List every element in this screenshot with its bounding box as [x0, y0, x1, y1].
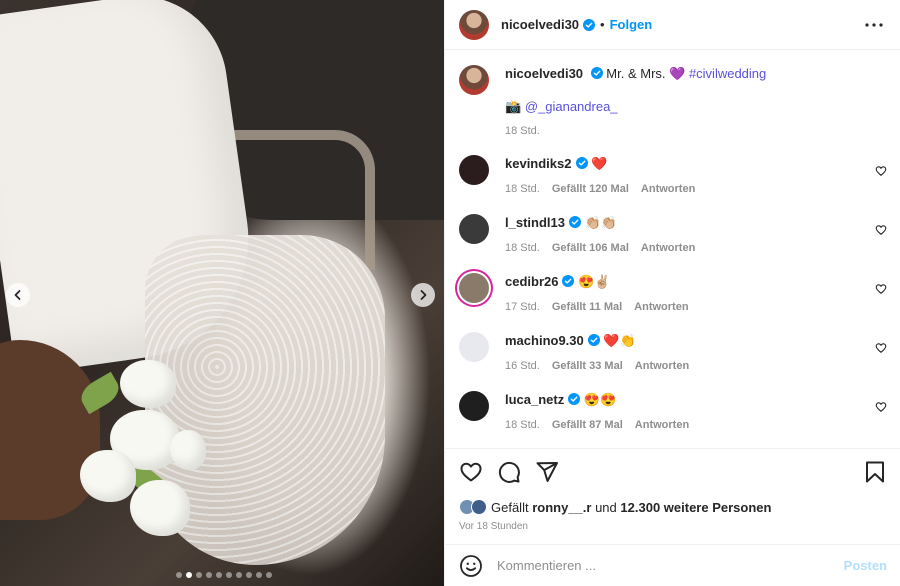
follow-button[interactable]: Folgen	[610, 17, 653, 32]
comment-username[interactable]: luca_netz	[505, 392, 564, 407]
carousel-dot	[226, 572, 232, 578]
heart-icon[interactable]	[875, 283, 887, 295]
likes-summary: Gefällt ronny__.r und 12.300 weitere Per…	[459, 499, 887, 515]
carousel-dot	[206, 572, 212, 578]
carousel-dot	[216, 572, 222, 578]
header-separator: •	[600, 17, 605, 32]
carousel-indicator	[176, 572, 272, 578]
carousel-dot	[256, 572, 262, 578]
author-username[interactable]: nicoelvedi30	[501, 17, 579, 32]
verified-badge-icon	[583, 18, 596, 31]
comment-row: cedibr26 😍✌🏼 17 Std. Gefällt 11 Mal Antwort…	[459, 273, 887, 313]
comment-text: 😍😍	[583, 392, 617, 407]
comment-icon[interactable]	[497, 460, 521, 484]
camera-emoji: 📸	[505, 99, 522, 114]
comment-row: machino9.30 ❤️👏 16 Std. Gefällt 33 Mal Antw…	[459, 332, 887, 372]
comment-username[interactable]: kevindiks2	[505, 156, 572, 171]
post-timestamp[interactable]: Vor 18 Stunden	[459, 521, 887, 532]
comment-likes[interactable]: Gefällt 106 Mal	[552, 242, 629, 254]
carousel-dot	[236, 572, 242, 578]
caption-author-avatar[interactable]	[459, 65, 489, 95]
comment-input[interactable]	[497, 558, 844, 573]
carousel-dot	[246, 572, 252, 578]
post-side-panel: nicoelvedi30 • Folgen nicoelvedi30 Mr. &…	[444, 0, 900, 586]
instagram-post-view: nicoelvedi30 • Folgen nicoelvedi30 Mr. &…	[0, 0, 900, 586]
caption-username[interactable]: nicoelvedi30	[505, 66, 583, 81]
reply-button[interactable]: Antworten	[635, 419, 689, 431]
verified-badge-icon	[562, 275, 575, 287]
caption-hashtag-link[interactable]: #civilwedding	[689, 66, 766, 81]
comments-list[interactable]: nicoelvedi30 Mr. & Mrs. 💜 #civilwedding …	[445, 51, 900, 447]
comment-composer: Posten	[445, 544, 900, 586]
comment-row: kevindiks2 ❤️ 18 Std. Gefällt 120 Mal Antwo…	[459, 155, 887, 195]
verified-badge-icon	[568, 393, 581, 405]
comment-username[interactable]: machino9.30	[505, 333, 584, 348]
emoji-icon[interactable]	[459, 554, 483, 578]
comment-text: ❤️👏	[603, 333, 636, 348]
heart-icon[interactable]	[875, 165, 887, 177]
more-icon	[865, 22, 883, 27]
comment-username[interactable]: l_stindl13	[505, 215, 565, 230]
liker-username-link[interactable]: ronny__.r	[532, 500, 591, 515]
carousel-dot	[186, 572, 192, 578]
reply-button[interactable]: Antworten	[635, 360, 689, 372]
comment-avatar[interactable]	[459, 273, 489, 303]
comment-username[interactable]: cedibr26	[505, 274, 558, 289]
comment-time[interactable]: 18 Std.	[505, 242, 540, 254]
comment-avatar[interactable]	[459, 214, 489, 244]
comment-likes[interactable]: Gefällt 33 Mal	[552, 360, 623, 372]
photo-bouquet	[70, 360, 210, 550]
author-avatar[interactable]	[459, 9, 489, 40]
carousel-dot	[176, 572, 182, 578]
comment-likes[interactable]: Gefällt 87 Mal	[552, 419, 623, 431]
comment-time[interactable]: 18 Std.	[505, 183, 540, 195]
reply-button[interactable]: Antworten	[634, 301, 688, 313]
comment-avatar[interactable]	[459, 155, 489, 185]
comment-text: 👏🏼👏🏼	[584, 215, 617, 230]
comment-time[interactable]: 16 Std.	[505, 360, 540, 372]
comment-likes[interactable]: Gefällt 11 Mal	[552, 301, 622, 313]
reply-button[interactable]: Antworten	[641, 242, 695, 254]
caption-text: Mr. & Mrs. 💜	[606, 66, 686, 81]
action-bar: Gefällt ronny__.r und 12.300 weitere Per…	[445, 448, 900, 532]
comment-time[interactable]: 18 Std.	[505, 419, 540, 431]
others-likes-link[interactable]: 12.300 weitere Personen	[620, 500, 771, 515]
post-header: nicoelvedi30 • Folgen	[445, 0, 900, 50]
chevron-left-icon	[14, 290, 21, 300]
comment-row: luca_netz 😍😍 18 Std. Gefällt 87 Mal Antwort…	[459, 391, 887, 431]
comment-text: ❤️	[591, 156, 608, 171]
verified-badge-icon	[575, 157, 588, 169]
bookmark-icon[interactable]	[863, 460, 887, 484]
reply-button[interactable]: Antworten	[641, 183, 695, 195]
carousel-next-button[interactable]	[411, 283, 435, 307]
comment-avatar[interactable]	[459, 332, 489, 362]
comment-text: 😍✌🏼	[578, 274, 611, 289]
comment-time[interactable]: 17 Std.	[505, 301, 540, 313]
more-options-button[interactable]	[862, 13, 886, 37]
heart-icon[interactable]	[459, 460, 483, 484]
heart-icon[interactable]	[875, 224, 887, 236]
post-comment-button[interactable]: Posten	[844, 558, 887, 573]
comment-row: l_stindl13 👏🏼👏🏼 18 Std. Gefällt 106 Mal Ant…	[459, 214, 887, 254]
chevron-right-icon	[420, 290, 427, 300]
likes-and: und	[595, 499, 617, 515]
comment-likes[interactable]: Gefällt 120 Mal	[552, 183, 629, 195]
likes-prefix: Gefällt	[491, 499, 529, 515]
verified-badge-icon	[587, 334, 600, 346]
liker-avatar	[471, 499, 487, 515]
share-icon[interactable]	[535, 460, 559, 484]
caption-time: 18 Std.	[505, 125, 540, 137]
post-caption: nicoelvedi30 Mr. & Mrs. 💜 #civilwedding …	[459, 51, 887, 137]
heart-icon[interactable]	[875, 342, 887, 354]
carousel-prev-button[interactable]	[6, 283, 30, 307]
photo-credit-link[interactable]: @_gianandrea_	[525, 99, 618, 114]
carousel-dot	[266, 572, 272, 578]
post-media[interactable]	[0, 0, 444, 586]
heart-icon[interactable]	[875, 401, 887, 413]
comment-avatar[interactable]	[459, 391, 489, 421]
verified-badge-icon	[568, 216, 581, 228]
verified-badge-icon	[590, 67, 603, 79]
carousel-dot	[196, 572, 202, 578]
